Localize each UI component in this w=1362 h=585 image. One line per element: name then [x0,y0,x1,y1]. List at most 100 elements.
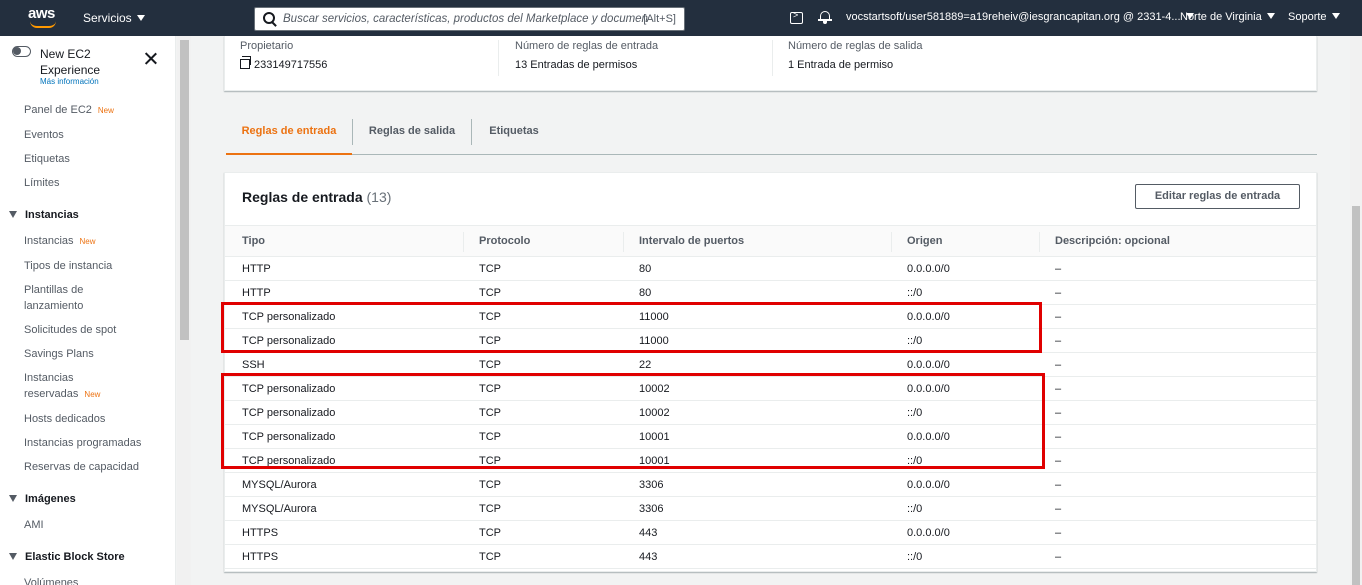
page-scrollbar[interactable] [1350,36,1362,585]
sidebar-item-tags[interactable]: Etiquetas [24,151,164,167]
bell-icon[interactable] [818,11,832,24]
sidebar-item-launch-templates[interactable]: Plantillas de lanzamiento [24,282,124,314]
table-cell: TCP personalizado [242,455,336,467]
table-cell: TCP [479,551,501,563]
column-divider[interactable] [891,232,892,252]
table-cell: HTTP [242,287,271,299]
table-cell: TCP [479,287,501,299]
table-row[interactable]: HTTPS TCP 443::/0 – [225,545,1316,569]
sidebar-item-ami[interactable]: AMI [24,517,164,533]
sidebar-item-volumes[interactable]: Volúmenes [24,575,164,585]
sidebar-scrollbar-thumb[interactable] [180,40,189,340]
column-divider[interactable] [1039,232,1040,252]
table-row[interactable]: TCP personalizado TCP 10002::/0 – [225,401,1316,425]
close-icon[interactable] [144,52,157,65]
aws-logo-text: aws [28,5,55,22]
page-scrollbar-thumb[interactable] [1352,206,1360,585]
caret-down-icon [1266,13,1275,19]
table-cell: 0.0.0.0/0 [907,431,950,443]
sidebar-item-limits[interactable]: Límites [24,175,164,191]
table-row[interactable]: HTTP TCP 80 0.0.0.0/0 – [225,257,1316,281]
panel-title-text: Reglas de entrada [242,189,363,205]
sidebar-section-instances[interactable]: Instancias [9,209,79,221]
tab-inbound-rules[interactable]: Reglas de entrada [226,117,352,155]
owner-value-row: 233149717556 [240,56,327,71]
sidebar-item-events[interactable]: Eventos [24,127,164,143]
table-row[interactable]: TCP personalizado TCP 11000::/0 – [225,329,1316,353]
sidebar-item-scheduled-instances[interactable]: Instancias programadas [24,435,164,451]
table-cell: – [1055,287,1062,299]
owner-label: Propietario [240,40,294,52]
table-cell: TCP [479,383,501,395]
sidebar-section-label: Imágenes [25,493,76,505]
table-cell: – [1055,527,1062,539]
table-row[interactable]: HTTPS TCP 443 0.0.0.0/0 – [225,521,1316,545]
column-header-port-range[interactable]: Intervalo de puertos [639,235,744,247]
table-cell: 3306 [639,503,664,515]
column-header-description[interactable]: Descripción: opcional [1055,235,1170,247]
table-cell: TCP personalizado [242,407,336,419]
sidebar-item-ec2-dashboard[interactable]: Panel de EC2 New [24,102,164,119]
table-cell: TCP [479,311,501,323]
column-divider[interactable] [463,232,464,252]
column-header-protocol[interactable]: Protocolo [479,235,530,247]
sidebar-item-instances[interactable]: Instancias New [24,233,164,250]
caret-down-icon [9,495,17,502]
sidebar-section-ebs[interactable]: Elastic Block Store [9,551,125,563]
tab-tags[interactable]: Etiquetas [472,117,556,155]
column-header-source[interactable]: Origen [907,235,942,247]
column-header-type[interactable]: Tipo [242,235,265,247]
outbound-count-field: Número de reglas de salida 1 Entrada de … [788,40,923,80]
table-row[interactable]: TCP personalizado TCP 10002 0.0.0.0/0 – [225,377,1316,401]
more-info-link[interactable]: Más información [40,77,99,86]
copy-icon[interactable] [240,56,251,69]
table-cell: TCP personalizado [242,383,336,395]
table-cell: ::/0 [907,335,923,347]
table-cell: 0.0.0.0/0 [907,479,950,491]
table-cell: TCP personalizado [242,311,336,323]
sidebar-item-instance-types[interactable]: Tipos de instancia [24,258,164,274]
table-cell: TCP [479,407,501,419]
top-navigation-bar: aws Servicios Buscar servicios, caracter… [0,0,1362,36]
table-cell: 10001 [639,455,670,467]
aws-logo[interactable]: aws [28,5,58,31]
column-divider[interactable] [623,232,624,252]
table-cell: – [1055,407,1062,419]
region-menu-button[interactable]: Norte de Virginia [1180,11,1275,23]
sidebar-item-capacity-reservations[interactable]: Reservas de capacidad [24,459,164,475]
table-cell: TCP personalizado [242,335,336,347]
table-row[interactable]: MYSQL/Aurora TCP 3306 0.0.0.0/0 – [225,473,1316,497]
services-menu-button[interactable]: Servicios [83,11,145,25]
sidebar-item-reserved-instances[interactable]: Instancias reservadas New [24,370,104,403]
table-cell: MYSQL/Aurora [242,479,317,491]
security-group-summary: Propietario 233149717556 Número de regla… [224,36,1317,91]
cloudshell-icon[interactable] [790,10,803,24]
table-cell: ::/0 [907,287,923,299]
table-cell: – [1055,335,1062,347]
sidebar-section-images[interactable]: Imágenes [9,493,76,505]
sidebar-item-dedicated-hosts[interactable]: Hosts dedicados [24,411,164,427]
table-row[interactable]: MYSQL/Aurora TCP 3306::/0 – [225,497,1316,521]
table-row[interactable]: TCP personalizado TCP 10001::/0 – [225,449,1316,473]
table-cell: 443 [639,551,658,563]
support-menu-button[interactable]: Soporte [1288,11,1340,23]
table-cell: – [1055,455,1062,467]
caret-down-icon [9,211,17,218]
table-row[interactable]: SSH TCP 22 0.0.0.0/0 – [225,353,1316,377]
services-label: Servicios [83,11,132,25]
account-menu-button[interactable]: vocstartsoft/user581889=a19reheiv@iesgra… [846,11,1194,23]
search-input[interactable]: Buscar servicios, características, produ… [254,7,685,31]
table-cell: TCP [479,527,501,539]
edit-inbound-rules-button[interactable]: Editar reglas de entrada [1135,184,1300,209]
table-cell: ::/0 [907,503,923,515]
sidebar-item-savings-plans[interactable]: Savings Plans [24,346,164,362]
table-row[interactable]: TCP personalizado TCP 10001 0.0.0.0/0 – [225,425,1316,449]
sidebar-item-label: Instancias reservadas [24,372,79,400]
table-row[interactable]: TCP personalizado TCP 11000 0.0.0.0/0 – [225,305,1316,329]
sidebar-item-spot-requests[interactable]: Solicitudes de spot [24,322,164,338]
table-cell: – [1055,383,1062,395]
sidebar-scrollbar[interactable] [177,36,191,585]
table-row[interactable]: HTTP TCP 80::/0 – [225,281,1316,305]
tab-outbound-rules[interactable]: Reglas de salida [353,117,471,155]
new-experience-toggle[interactable] [12,46,31,57]
